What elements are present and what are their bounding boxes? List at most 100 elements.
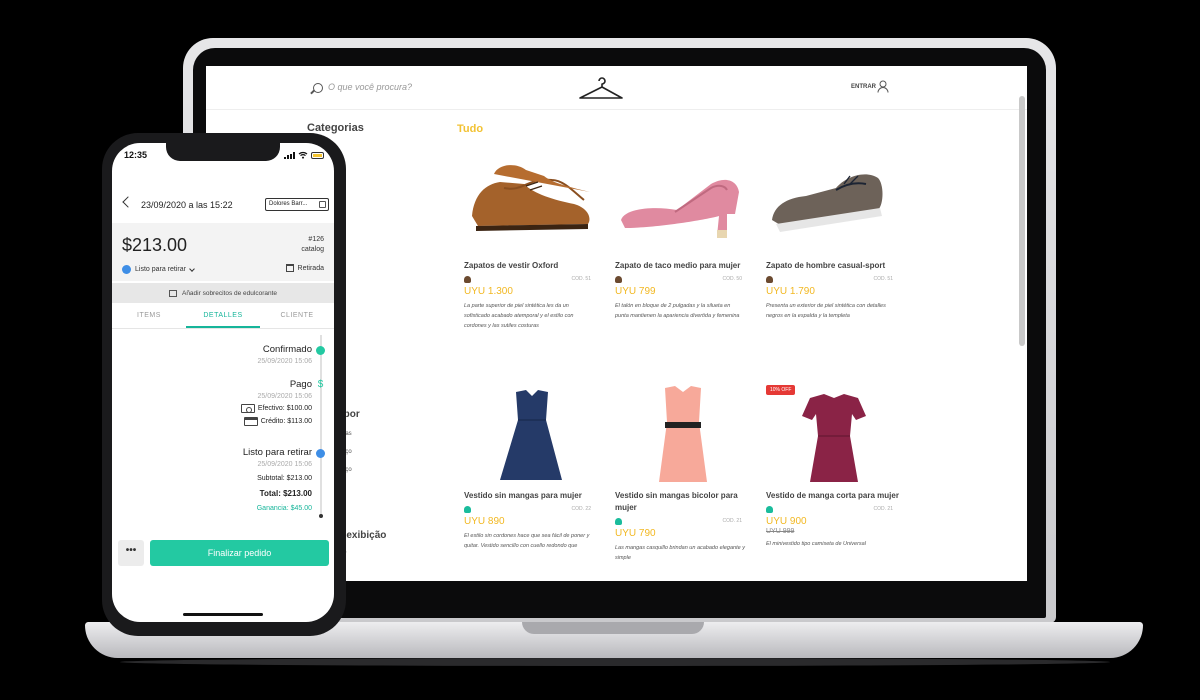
- discount-badge: 10% OFF: [766, 385, 796, 395]
- product-card[interactable]: Zapato de taco medio para mujer COD. 50 …: [615, 154, 750, 321]
- product-description: Las mangas casquillo brindan un acabado …: [615, 545, 745, 561]
- status-time: 12:35: [124, 150, 148, 160]
- assigned-user-name: Dolores Barr...: [269, 201, 308, 207]
- product-code: COD. 51: [571, 276, 591, 282]
- product-name[interactable]: Vestido de manga corta para mujer: [766, 490, 901, 502]
- order-total: $213.00: [122, 235, 188, 255]
- login-link[interactable]: ENTRAR: [851, 84, 876, 90]
- product-image[interactable]: [464, 384, 599, 484]
- product-image[interactable]: [464, 154, 599, 254]
- timeline-title: Pago: [289, 379, 312, 390]
- home-indicator[interactable]: [183, 613, 263, 616]
- store-header: O que você procura? ENTRAR: [206, 66, 1027, 110]
- categories-title: Categorias: [307, 122, 364, 134]
- battery-icon: [311, 151, 324, 159]
- order-summary: $213.00 #126 catalog Listo para retirar …: [112, 223, 334, 281]
- product-description: La parte superior de piel sintética les …: [464, 303, 574, 329]
- product-price: UYU 900: [766, 516, 807, 527]
- product-card[interactable]: Vestido sin mangas para mujer COD. 22 UY…: [464, 384, 599, 551]
- timeline-time: 25/09/2020 15:06: [257, 393, 313, 400]
- product-name[interactable]: Zapatos de vestir Oxford: [464, 260, 599, 272]
- clock-icon: [316, 449, 325, 458]
- laptop-shadow: [120, 658, 1110, 666]
- timeline-time: 25/09/2020 15:06: [257, 358, 313, 365]
- order-state-dropdown[interactable]: Listo para retirar: [122, 265, 195, 274]
- note-icon: [168, 289, 177, 297]
- product-name[interactable]: Zapato de hombre casual-sport: [766, 260, 901, 272]
- product-price: UYU 799: [615, 286, 656, 297]
- end-dot-icon: [319, 514, 323, 518]
- shoe-icon: [464, 275, 471, 283]
- product-code: COD. 51: [873, 276, 893, 282]
- delivery-method: Retirada: [285, 264, 324, 272]
- order-source: catalog: [301, 246, 324, 253]
- clock-icon: [122, 265, 131, 274]
- profit: Ganancia: $45.00: [256, 505, 312, 512]
- store-icon: [285, 264, 294, 272]
- user-icon[interactable]: [877, 80, 889, 93]
- product-price: UYU 1.790: [766, 286, 815, 297]
- order-date: 23/09/2020 a las 15:22: [141, 200, 233, 210]
- wine-dress-icon: [802, 394, 866, 482]
- wifi-icon: [298, 151, 308, 159]
- scrollbar-thumb[interactable]: [1019, 96, 1025, 346]
- timeline-title: Confirmado: [262, 344, 312, 355]
- product-code: COD. 50: [722, 276, 742, 282]
- chevron-down-icon: [189, 265, 195, 272]
- product-card[interactable]: 10% OFF Vestido de manga corta para muje…: [766, 384, 901, 549]
- product-card[interactable]: Zapato de hombre casual-sport COD. 51 UY…: [766, 154, 901, 321]
- order-meta: #126 catalog: [301, 235, 324, 255]
- product-image[interactable]: [615, 384, 750, 484]
- search-icon[interactable]: [313, 83, 323, 93]
- cash-icon: [240, 404, 255, 413]
- finish-order-button[interactable]: Finalizar pedido: [150, 540, 329, 566]
- credit-card-icon: [243, 417, 258, 426]
- product-name[interactable]: Vestido sin mangas bicolor para mujer: [615, 490, 750, 514]
- phone-notch: [166, 143, 280, 161]
- order-note: Añadir sobrecitos de edulcorante: [112, 283, 334, 303]
- bicolor-dress-icon: [659, 386, 707, 482]
- phone-screen: 12:35 23/09/2020 a las 15:22 Dolores Bar…: [112, 143, 334, 622]
- checkbox-icon[interactable]: [319, 201, 326, 208]
- product-image[interactable]: [766, 154, 901, 254]
- check-icon: [316, 346, 325, 355]
- timeline-paid: Pago 25/09/2020 15:06 Efectivo: $100.00 …: [240, 379, 313, 426]
- dollar-icon: $: [317, 379, 324, 390]
- assigned-user-select[interactable]: Dolores Barr...: [265, 198, 329, 211]
- product-name[interactable]: Vestido sin mangas para mujer: [464, 490, 599, 502]
- status-icons: [284, 151, 324, 159]
- timeline-time: 25/09/2020 15:06: [257, 461, 313, 468]
- product-image[interactable]: [615, 154, 750, 254]
- shoe-icon: [615, 275, 622, 283]
- all-products-title: Tudo: [457, 123, 484, 135]
- more-options-button[interactable]: •••: [118, 540, 144, 566]
- product-old-price: UYU 999: [766, 528, 795, 535]
- product-price: UYU 1.300: [464, 286, 513, 297]
- dress-icon: [766, 505, 773, 513]
- tab-client[interactable]: CLIENTE: [260, 305, 334, 328]
- dress-icon: [615, 517, 622, 525]
- shoe-icon: [766, 275, 773, 283]
- product-code: COD. 22: [571, 506, 591, 512]
- product-description: El talón en bloque de 2 pulgadas y la si…: [615, 303, 740, 319]
- timeline-title: Listo para retirar: [242, 447, 312, 458]
- product-image[interactable]: 10% OFF: [766, 384, 901, 484]
- timeline-ready: Listo para retirar 25/09/2020 15:06 Subt…: [243, 447, 312, 512]
- order-number: #126: [308, 236, 324, 243]
- product-card[interactable]: Vestido sin mangas bicolor para mujer CO…: [615, 384, 750, 563]
- timeline-confirmed: Confirmado 25/09/2020 15:06: [258, 344, 313, 365]
- hanger-logo-icon[interactable]: [578, 75, 624, 101]
- sport-shoe-icon: [772, 174, 883, 232]
- product-description: El estilo sin cordones hace que sea fáci…: [464, 533, 590, 549]
- product-description: Presenta un exterior de piel sintética c…: [766, 303, 886, 319]
- signal-icon: [284, 151, 295, 159]
- back-arrow-icon[interactable]: [122, 196, 134, 208]
- product-name[interactable]: Zapato de taco medio para mujer: [615, 260, 750, 272]
- tab-details[interactable]: DETALLES: [186, 305, 260, 328]
- tab-items[interactable]: ITEMS: [112, 305, 186, 328]
- product-description: El minivestido tipo camiseta de Universa…: [766, 541, 866, 547]
- payment-cash: Efectivo: $100.00: [257, 405, 312, 412]
- search-input[interactable]: O que você procura?: [328, 82, 412, 92]
- order-tabs: ITEMS DETALLES CLIENTE: [112, 305, 334, 329]
- product-card[interactable]: Zapatos de vestir Oxford COD. 51 UYU 1.3…: [464, 154, 599, 331]
